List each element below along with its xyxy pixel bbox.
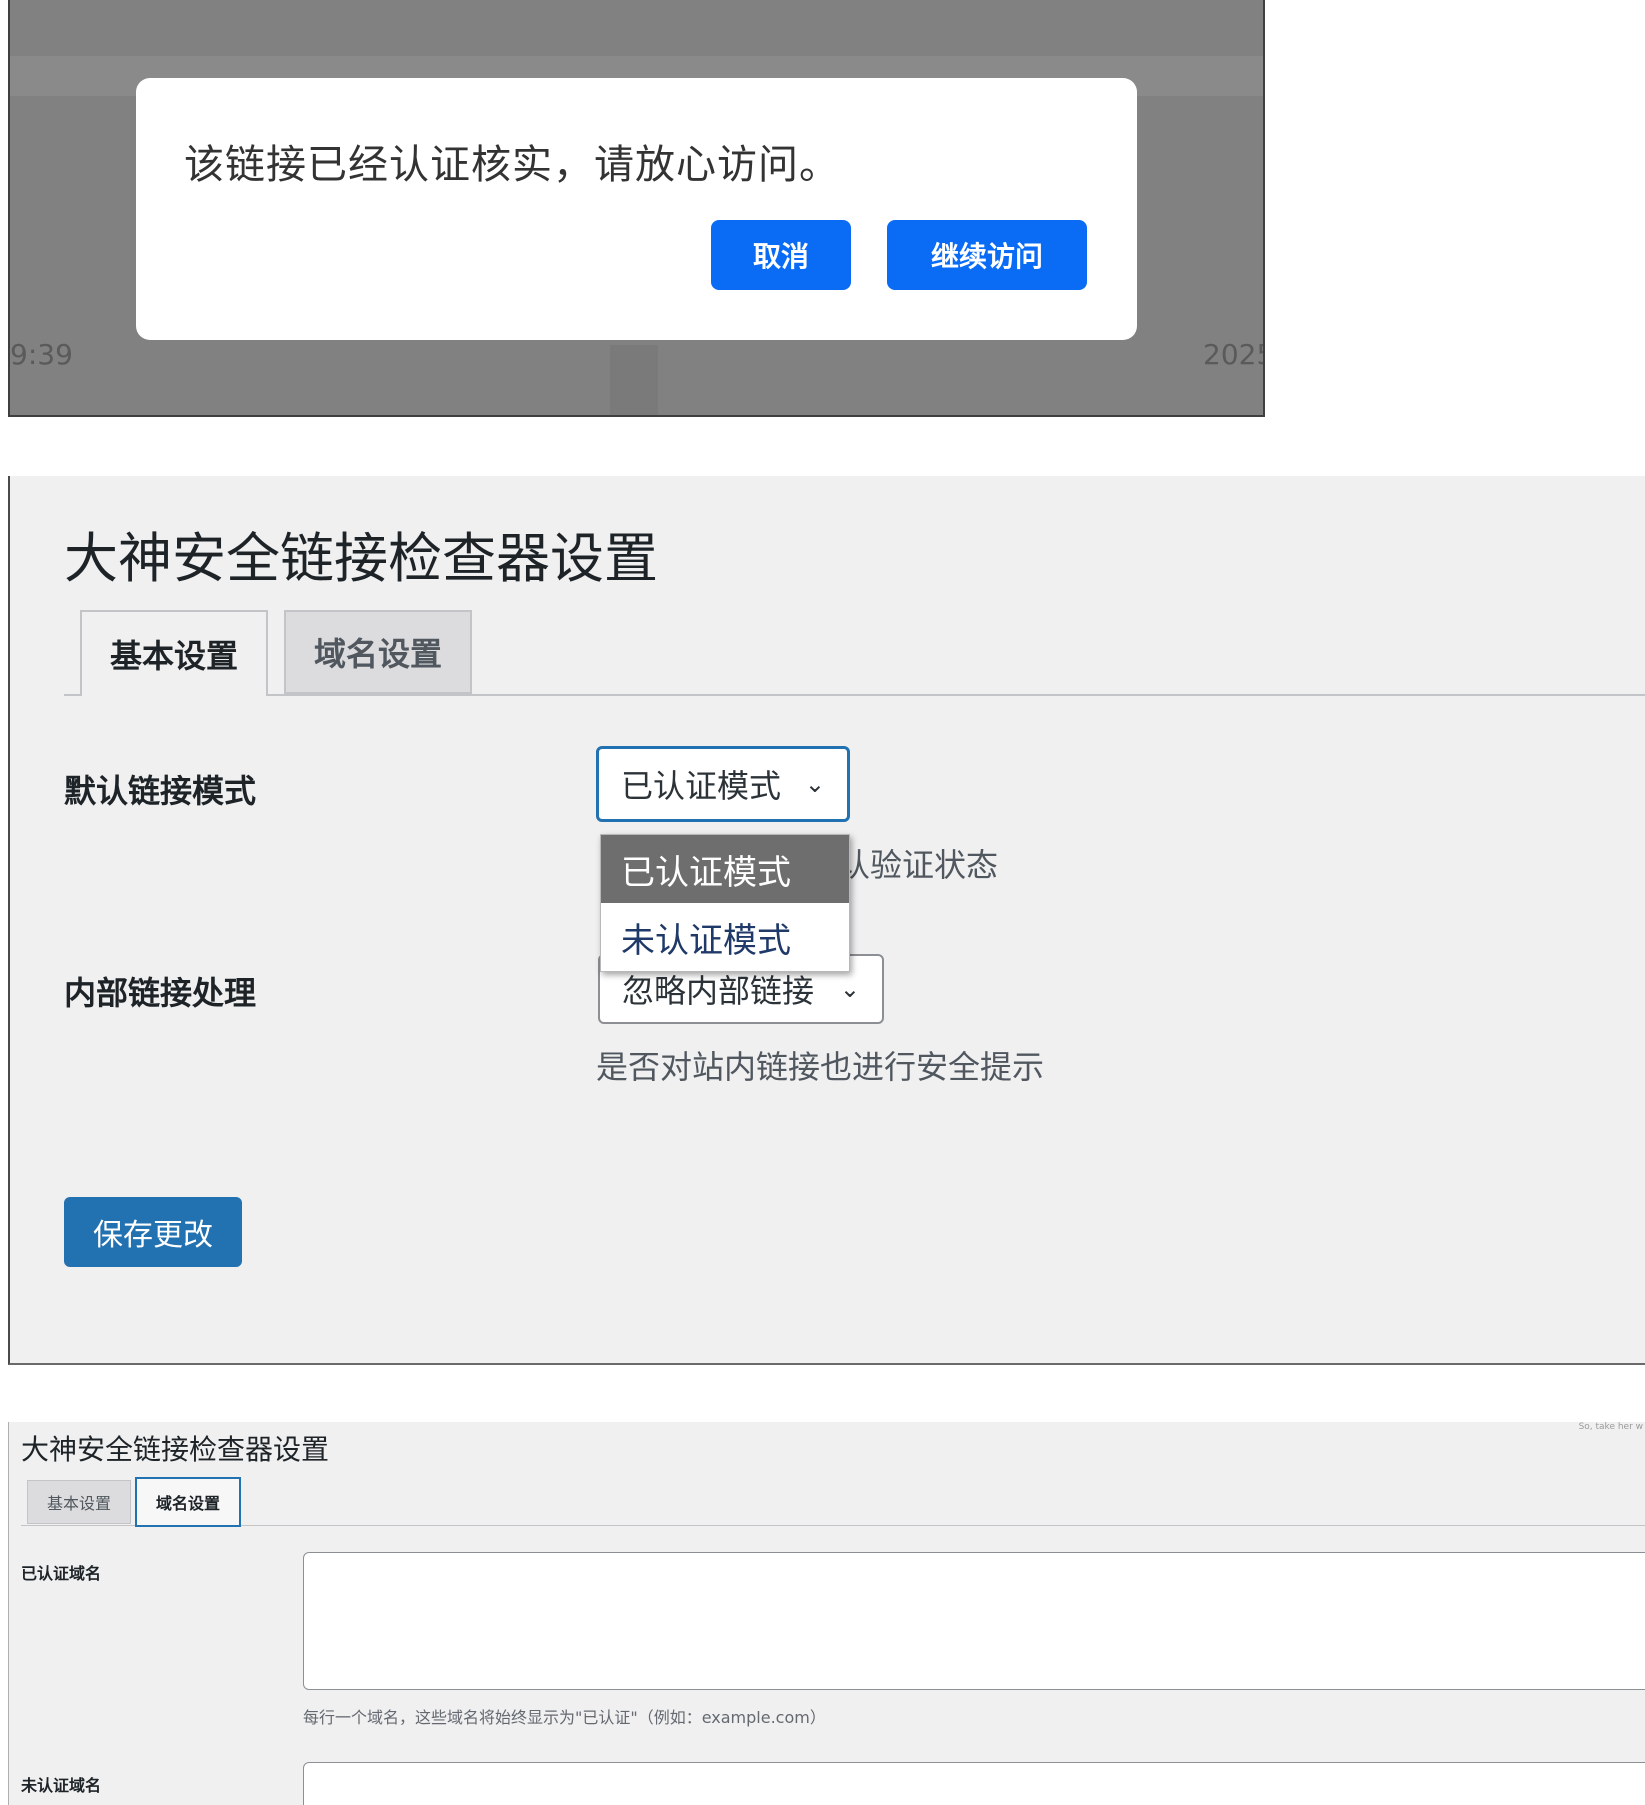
continue-visit-button[interactable]: 继续访问 [887, 220, 1087, 290]
verified-domains-textarea[interactable] [303, 1552, 1645, 1690]
save-changes-button[interactable]: 保存更改 [64, 1197, 242, 1267]
tab-domain-settings[interactable]: 域名设置 [284, 610, 472, 694]
verified-domains-label: 已认证域名 [21, 1564, 102, 1583]
option-unverified-mode[interactable]: 未认证模式 [601, 903, 849, 971]
basic-settings-panel: 大神安全链接检查器设置 基本设置 域名设置 默认链接模式 已认证模式 ⌄ 默认验… [8, 476, 1645, 1365]
chevron-down-icon: ⌄ [839, 975, 860, 1003]
page-title: 大神安全链接检查器设置 [21, 1433, 330, 1466]
tab-domain-settings[interactable]: 域名设置 [135, 1477, 241, 1527]
tab-basic-settings[interactable]: 基本设置 [27, 1480, 131, 1524]
tab-basic-settings[interactable]: 基本设置 [80, 610, 268, 696]
cancel-button[interactable]: 取消 [711, 220, 851, 290]
tab-divider [21, 1525, 1645, 1526]
option-verified-mode[interactable]: 已认证模式 [601, 835, 849, 903]
unverified-domains-label: 未认证域名 [21, 1776, 102, 1795]
corner-snippet: So, take her w [1578, 1422, 1643, 1432]
default-link-mode-label: 默认链接模式 [64, 772, 257, 810]
unverified-domains-textarea[interactable] [303, 1762, 1645, 1805]
chevron-down-icon: ⌄ [804, 770, 825, 798]
internal-link-handling-value: 忽略内部链接 [622, 972, 815, 1010]
background-column [610, 345, 658, 415]
domain-settings-panel: 大神安全链接检查器设置 So, take her w 基本设置 域名设置 已认证… [8, 1422, 1645, 1805]
dialog-message: 该链接已经认证核实，请放心访问。 [184, 142, 840, 188]
tab-divider [64, 694, 1645, 696]
modal-screenshot-panel: 9:39 2025 该链接已经认证核实，请放心访问。 取消 继续访问 [8, 0, 1265, 417]
default-link-mode-dropdown: 已认证模式 未认证模式 [600, 834, 850, 972]
verified-domains-description: 每行一个域名，这些域名将始终显示为"已认证"（例如：example.com） [303, 1708, 826, 1727]
background-time: 9:39 [10, 338, 73, 371]
internal-link-handling-description: 是否对站内链接也进行安全提示 [596, 1048, 1045, 1086]
page-title: 大神安全链接检查器设置 [64, 527, 658, 590]
background-year: 2025 [1203, 338, 1263, 371]
default-link-mode-value: 已认证模式 [621, 767, 782, 805]
confirm-dialog: 该链接已经认证核实，请放心访问。 取消 继续访问 [136, 78, 1137, 340]
default-link-mode-select[interactable]: 已认证模式 ⌄ [596, 746, 850, 822]
internal-link-handling-label: 内部链接处理 [64, 974, 257, 1012]
